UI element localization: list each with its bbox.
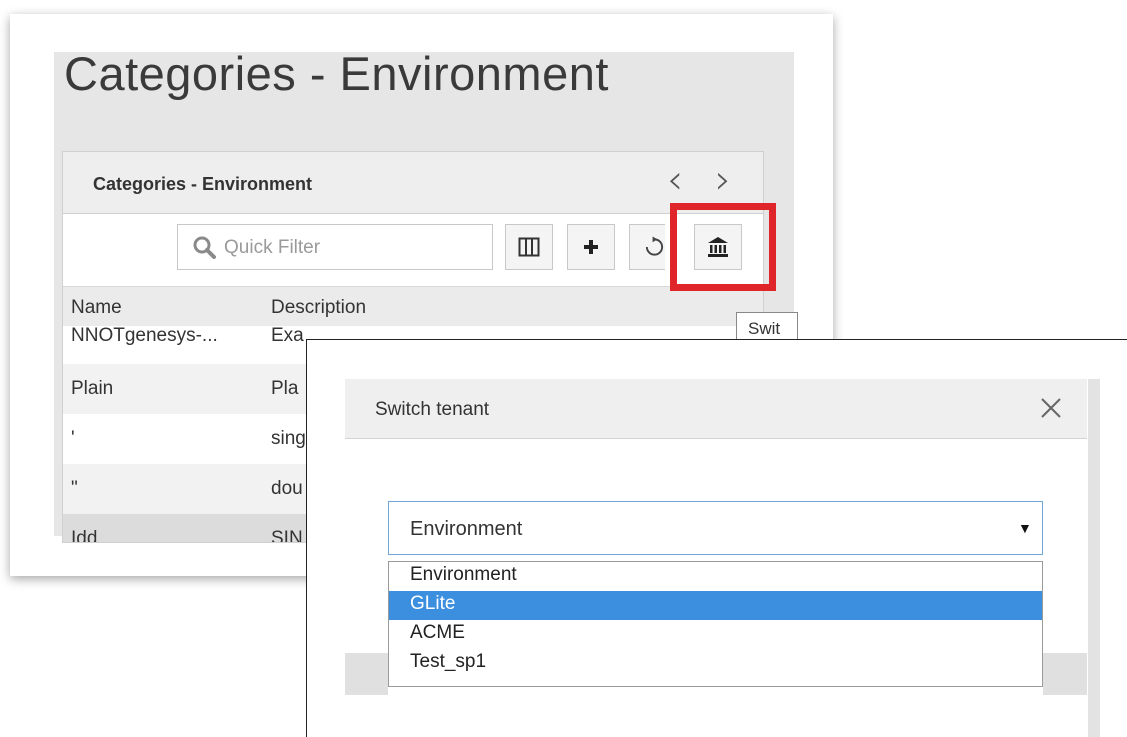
refresh-button[interactable] <box>629 224 665 270</box>
panel-title: Categories - Environment <box>93 174 313 194</box>
columns-icon <box>518 237 540 257</box>
cell-description: sing <box>271 428 306 449</box>
plus-icon <box>584 240 598 254</box>
dropdown-arrow-icon: ▼ <box>1018 520 1032 536</box>
column-header-name[interactable]: Name <box>71 297 122 319</box>
refresh-icon <box>645 236 664 256</box>
dialog-footer-right <box>1043 653 1087 695</box>
cell-description: dou <box>271 478 303 499</box>
tenant-select-value: Environment <box>410 518 523 540</box>
tenant-option[interactable]: Test_sp1 <box>389 649 1042 678</box>
columns-button[interactable] <box>505 224 553 270</box>
tenant-option[interactable]: ACME <box>389 620 1042 649</box>
toolbar <box>63 214 763 287</box>
close-icon[interactable] <box>1034 391 1068 425</box>
chevron-left-icon[interactable]: ‹ <box>667 160 683 200</box>
cell-description: Pla <box>271 378 299 399</box>
tenant-option-highlighted[interactable]: GLite <box>389 591 1042 620</box>
dialog-footer-left <box>345 653 388 695</box>
quick-filter[interactable] <box>177 224 493 270</box>
search-icon <box>193 236 216 259</box>
tenant-select[interactable]: Environment ▼ <box>388 501 1043 555</box>
column-header-description[interactable]: Description <box>271 297 366 319</box>
page-title: Categories - Environment <box>64 47 609 100</box>
dialog-header: Switch tenant <box>345 379 1087 439</box>
cell-name: NNOTgenesys-... <box>71 326 218 346</box>
tenant-options-list: Environment GLite ACME Test_sp1 <box>388 561 1043 687</box>
panel-header: Categories - Environment ‹ › <box>63 152 763 214</box>
cell-name: ' <box>71 428 75 449</box>
cell-description: Exa <box>271 326 304 346</box>
cell-name: Plain <box>71 378 114 399</box>
tooltip: Swit <box>736 312 798 342</box>
tenant-option[interactable]: Environment <box>389 562 1042 591</box>
dialog-title: Switch tenant <box>375 399 490 420</box>
switch-tenant-highlight <box>670 203 776 291</box>
cell-name: Idd <box>71 528 98 543</box>
add-button[interactable] <box>567 224 615 270</box>
cell-name: " <box>71 478 78 499</box>
dialog-scroll-strip <box>1088 379 1100 737</box>
quick-filter-input[interactable] <box>222 233 486 263</box>
cell-description: SIN <box>271 528 303 543</box>
chevron-right-icon[interactable]: › <box>715 160 731 200</box>
